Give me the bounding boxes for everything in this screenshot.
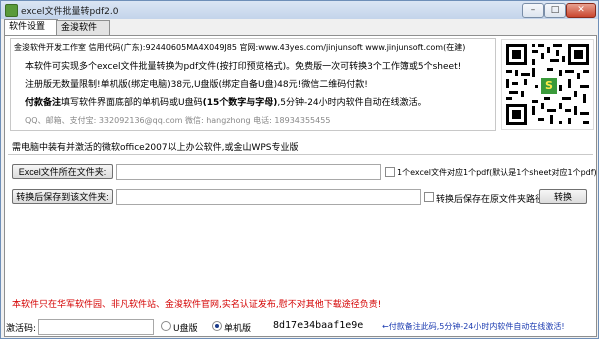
tab-settings[interactable]: 软件设置 [4, 19, 58, 35]
distribution-notice: 本软件只在华军软件园、非凡软件站、金浚软件官网,实名认证发布,慰不对其他下载途径… [12, 300, 382, 310]
close-button[interactable]: ✕ [566, 3, 596, 18]
convert-button[interactable]: 转换 [539, 189, 587, 204]
payment-note-body: 填写软件界面底部的单机码或U盘码 [61, 98, 203, 108]
info-box: 金浚软件开发工作室 信用代码(广东):92440605MA4X049J85 官网… [10, 38, 496, 131]
one-pdf-per-file-label: 1个excel文件对应1个pdf(默认是1个sheet对应1个pdf) [397, 168, 597, 177]
app-icon [5, 4, 18, 17]
save-to-source-label: 转换后保存在原文件夹路径 [436, 195, 545, 205]
one-pdf-per-file-checkbox[interactable] [385, 167, 395, 177]
payment-note: 付款备注填写软件界面底部的单机码或U盘码(15个数字与字母),5分钟-24小时内… [25, 95, 427, 108]
save-to-source-checkbox[interactable] [424, 192, 434, 202]
output-folder-button[interactable]: 转换后保存到该文件夹: [12, 189, 113, 204]
excel-folder-input[interactable] [116, 164, 381, 180]
brand-logo-icon: S [540, 77, 558, 95]
pc-version-radio[interactable] [212, 321, 222, 331]
activation-hint: ←付款备注此码,5分钟-24小时内软件自动在线激活! [382, 322, 565, 331]
pc-version-label: 单机版 [224, 324, 252, 334]
restore-button[interactable]: □ [544, 3, 566, 18]
office-requirement: 需电脑中装有并激活的微软office2007以上办公软件,或金山WPS专业版 [12, 143, 299, 153]
divider [8, 154, 593, 155]
output-folder-input[interactable] [116, 189, 421, 205]
contact-info: QQ、邮箱、支付宝: 332092136@qq.com 微信: hangzhon… [25, 116, 331, 125]
studio-header: 金浚软件开发工作室 信用代码(广东):92440605MA4X049J85 官网… [14, 43, 466, 52]
usb-version-radio[interactable] [161, 321, 171, 331]
wechat-qr-code: S [501, 39, 594, 130]
payment-note-count: (15个数字与字母) [202, 98, 278, 108]
title-bar[interactable]: excel文件批量转pdf2.0 – □ ✕ [1, 1, 598, 19]
excel-folder-button[interactable]: Excel文件所在文件夹: [12, 164, 113, 179]
activation-code-input[interactable] [38, 319, 154, 335]
payment-note-title: 付款备注 [25, 98, 62, 108]
intro-text: 本软件可实现多个excel文件批量转换为pdf文件(按打印预览格式)。免费版一次… [25, 62, 462, 72]
window-title: excel文件批量转pdf2.0 [21, 7, 119, 17]
payment-note-tail: ,5分钟-24小时内软件自动在线激活。 [277, 98, 427, 108]
settings-panel: 金浚软件开发工作室 信用代码(广东):92440605MA4X049J85 官网… [4, 35, 597, 337]
price-text: 注册版无数量限制!单机版(绑定电脑)38元,U盘版(绑定自备U盘)48元!微信二… [25, 80, 368, 90]
activation-label: 激活码: [6, 324, 37, 334]
minimize-button[interactable]: – [522, 3, 544, 18]
app-window: excel文件批量转pdf2.0 – □ ✕ 软件设置 金浚软件 金浚软件开发工… [0, 0, 599, 339]
usb-version-label: U盘版 [173, 324, 198, 334]
machine-code: 8d17e34baaf1e9e [273, 320, 364, 331]
tab-jinjun-software[interactable]: 金浚软件 [56, 20, 110, 35]
